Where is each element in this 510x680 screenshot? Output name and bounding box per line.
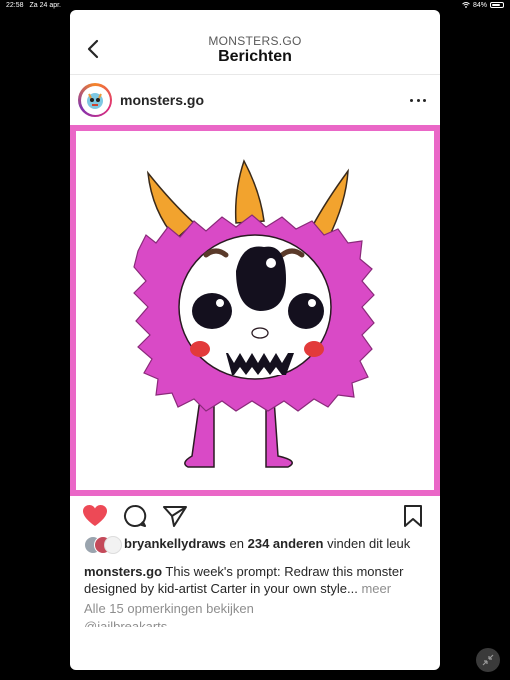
dot-icon bbox=[416, 98, 420, 102]
caption-more-link[interactable]: meer bbox=[361, 581, 391, 596]
caption-username[interactable]: monsters.go bbox=[84, 564, 162, 579]
post-panel: MONSTERS.GO Berichten monsters.go bryank… bbox=[70, 10, 440, 670]
battery-percent: 84% bbox=[472, 1, 487, 9]
next-comment: @jailbreakarts bbox=[84, 619, 168, 627]
post-header: monsters.go bbox=[70, 75, 440, 125]
comment-icon bbox=[124, 504, 147, 527]
battery-icon bbox=[490, 2, 504, 8]
monster-avatar-icon bbox=[87, 93, 103, 109]
page-title: Berichten bbox=[218, 48, 292, 65]
view-comments-link[interactable]: Alle 15 opmerkingen bekijken bbox=[70, 601, 440, 616]
likes-count[interactable]: 234 anderen bbox=[248, 536, 324, 551]
send-icon bbox=[163, 506, 187, 527]
heart-icon bbox=[83, 505, 107, 526]
status-time: 22:58 bbox=[6, 1, 24, 9]
post-actions bbox=[70, 496, 440, 534]
save-button[interactable] bbox=[402, 504, 424, 528]
post-caption: monsters.go This week's prompt: Redraw t… bbox=[70, 563, 440, 597]
dot-icon bbox=[423, 98, 426, 102]
post-image[interactable] bbox=[70, 125, 440, 496]
monster-drawing bbox=[133, 159, 375, 468]
liker-username[interactable]: bryankellydraws bbox=[124, 536, 226, 551]
status-date: Za 24 apr. bbox=[29, 1, 62, 9]
dot-icon bbox=[410, 98, 413, 102]
status-bar: 22:58 Za 24 apr. 84% bbox=[0, 0, 510, 10]
likes-summary: bryankellydraws en 234 anderen vinden di… bbox=[70, 536, 440, 554]
share-button[interactable] bbox=[162, 504, 188, 528]
collapse-button[interactable] bbox=[476, 648, 500, 672]
liker-avatars bbox=[84, 536, 124, 554]
wifi-icon bbox=[462, 2, 470, 8]
likes-connector: en bbox=[229, 536, 244, 551]
header-subtitle: MONSTERS.GO bbox=[208, 34, 302, 48]
collapse-arrows-icon bbox=[482, 654, 494, 666]
header-bar: MONSTERS.GO Berichten bbox=[70, 10, 440, 75]
bookmark-icon bbox=[404, 505, 422, 527]
likes-suffix: vinden dit leuk bbox=[327, 536, 411, 551]
avatar[interactable] bbox=[78, 83, 112, 117]
comment-button[interactable] bbox=[122, 504, 148, 528]
avatar bbox=[104, 536, 122, 554]
post-username[interactable]: monsters.go bbox=[120, 92, 204, 108]
like-button[interactable] bbox=[82, 504, 108, 528]
more-options-button[interactable] bbox=[410, 93, 426, 107]
